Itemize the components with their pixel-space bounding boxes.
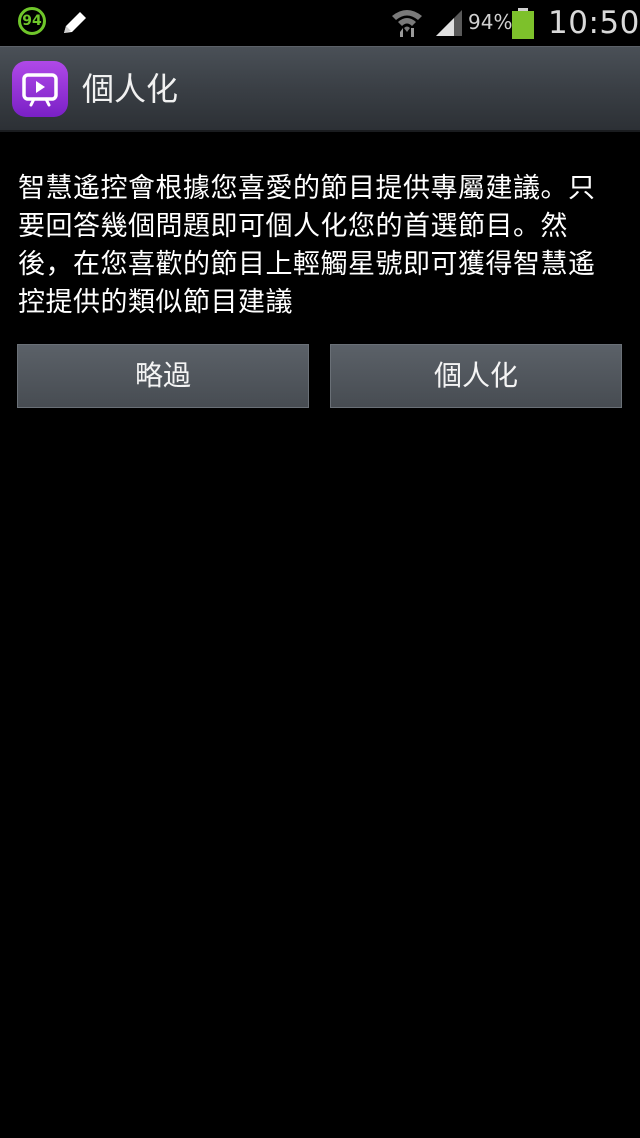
battery-icon — [512, 8, 534, 39]
status-time: 10:50 — [548, 5, 640, 41]
tv-app-icon[interactable] — [12, 61, 68, 117]
status-bar: 94 94% 10:50 — [0, 0, 640, 46]
personalization-description: 智慧遙控會根據您喜愛的節目提供專屬建議。只要回答幾個問題即可個人化您的首選節目。… — [18, 173, 596, 318]
action-bar: 個人化 — [0, 46, 640, 132]
battery-percent: 94% — [468, 10, 513, 34]
notification-badge-icon: 94 — [18, 7, 46, 35]
tv-screen-icon — [22, 73, 58, 107]
personalize-button[interactable]: 個人化 — [330, 344, 622, 408]
notification-badge-count: 94 — [22, 13, 42, 29]
page-title: 個人化 — [82, 70, 179, 108]
signal-icon — [436, 10, 462, 36]
pencil-icon — [64, 12, 86, 33]
wifi-icon — [392, 10, 422, 37]
skip-button[interactable]: 略過 — [17, 344, 309, 408]
